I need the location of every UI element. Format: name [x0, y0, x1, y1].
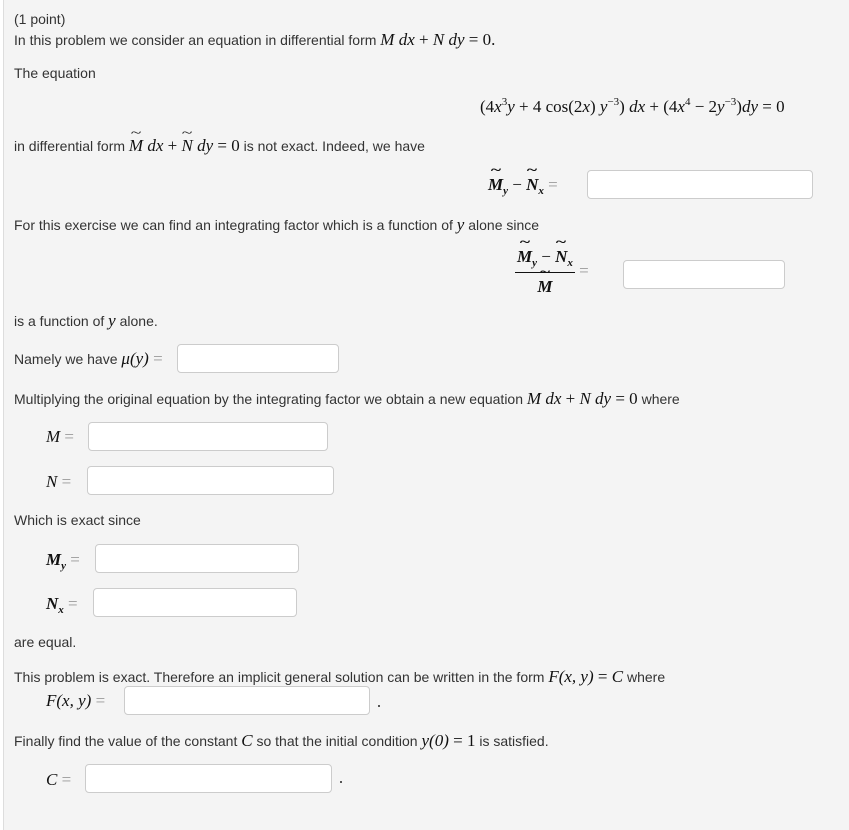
Nx-label: Nx = [46, 594, 78, 616]
N-label: N = [46, 472, 72, 491]
intro-line: In this problem we consider an equation … [14, 31, 495, 49]
My-label: My = [46, 550, 80, 572]
N-input[interactable] [87, 466, 334, 495]
F-label: F(x, y) = [46, 691, 106, 710]
ratio-label: My − Nx M = [515, 247, 589, 297]
final-text: Finally find the value of the constant C… [14, 731, 549, 750]
F-period [378, 705, 380, 707]
intro-equation: M dx + N dy = 0. [380, 30, 496, 49]
F-input[interactable] [124, 686, 370, 715]
diff-input[interactable] [587, 170, 813, 199]
are-equal-text: are equal. [14, 634, 77, 650]
equation-label: The equation [14, 65, 96, 81]
problem-panel: (1 point) In this problem we consider an… [3, 0, 849, 830]
C-input[interactable] [85, 764, 332, 793]
intro-text: In this problem we consider an equation … [14, 32, 377, 48]
Nx-input[interactable] [93, 588, 297, 617]
function-of-y-text: is a function of y alone. [14, 311, 158, 330]
ratio-input[interactable] [623, 260, 785, 289]
integrating-factor-text: For this exercise we can find an integra… [14, 215, 540, 234]
M-input[interactable] [88, 422, 328, 451]
C-period [340, 781, 342, 783]
C-label: C = [46, 770, 72, 789]
M-label: M = [46, 427, 75, 446]
not-exact-line: in differential form M dx + N dy = 0 is … [14, 137, 425, 155]
multiply-text: Multiplying the original equation by the… [14, 389, 680, 408]
exact-since-text: Which is exact since [14, 512, 141, 528]
mu-input[interactable] [177, 344, 339, 373]
My-input[interactable] [95, 544, 299, 573]
implicit-solution-text: This problem is exact. Therefore an impl… [14, 667, 666, 686]
mu-row: Namely we have μ(y) = [14, 349, 163, 368]
given-equation: (4x3y + 4 cos(2x) y−3) dx + (4x4 − 2y−3)… [480, 96, 785, 116]
points-label: (1 point) [14, 11, 66, 27]
diff-label: My − Nx = [488, 175, 558, 197]
